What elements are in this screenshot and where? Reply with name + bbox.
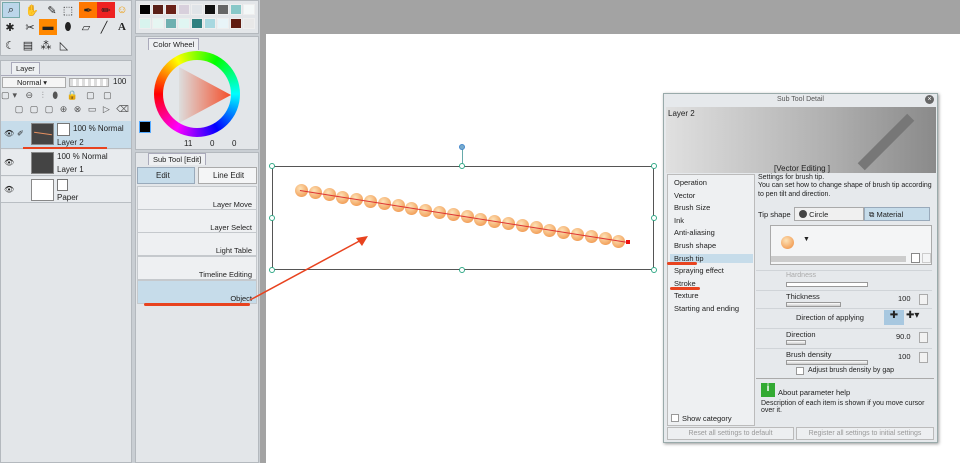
circle-icon xyxy=(799,210,807,218)
red-underline xyxy=(667,262,697,265)
material-icon: ⧉ xyxy=(869,210,875,219)
pen-illustration xyxy=(857,113,915,171)
category-item[interactable]: Anti-aliasing xyxy=(674,228,715,237)
circle-label: Circle xyxy=(809,210,829,219)
show-category-checkbox[interactable] xyxy=(671,414,679,422)
direction-of-applying-row: Direction of applying ✚ ✚▾ xyxy=(756,308,932,326)
thickness-value[interactable]: 100 xyxy=(898,294,911,303)
thickness-slider[interactable] xyxy=(786,302,841,307)
category-item[interactable]: Ink xyxy=(674,216,684,225)
direction-label: Direction xyxy=(786,330,816,339)
close-icon[interactable]: × xyxy=(925,95,934,104)
material-button[interactable]: ⧉ Material xyxy=(864,207,930,221)
dropdown-icon[interactable]: ▼ xyxy=(803,236,810,243)
category-item[interactable]: Starting and ending xyxy=(674,304,739,313)
hardness-row: Hardness xyxy=(756,270,932,288)
add-material-icon[interactable] xyxy=(911,253,920,263)
category-list: Operation Vector Brush Size Ink Anti-aliasin… xyxy=(667,174,755,426)
red-underline xyxy=(670,287,700,290)
preview-layer: Layer 2 xyxy=(668,109,695,118)
hardness-label: Hardness xyxy=(786,272,816,279)
direction-of-applying-label: Direction of applying xyxy=(796,313,864,322)
adjust-density-checkbox[interactable] xyxy=(796,367,804,375)
category-item[interactable]: Vector xyxy=(674,191,695,200)
material-label: Material xyxy=(876,210,904,219)
hardness-slider[interactable] xyxy=(786,282,868,287)
help-title: About parameter help xyxy=(778,388,851,397)
tip-shape-label: Tip shape xyxy=(758,210,791,219)
reset-label: Reset all settings to default xyxy=(688,430,773,437)
material-list[interactable]: ▼ xyxy=(770,225,932,265)
category-item[interactable]: Spraying effect xyxy=(674,266,724,275)
register-label: Register all settings to initial setting… xyxy=(808,430,922,437)
circle-button[interactable]: Circle xyxy=(794,207,864,221)
info-icon: i xyxy=(761,383,775,397)
category-item[interactable]: Texture xyxy=(674,291,699,300)
dialog-title: Sub Tool Detail xyxy=(777,96,824,103)
thickness-label: Thickness xyxy=(786,292,820,301)
help-text: Description of each item is shown if you… xyxy=(761,400,925,414)
direction-row: Direction 90.0 xyxy=(756,328,932,346)
direction-graph-button[interactable] xyxy=(919,332,928,343)
material-thumbnail[interactable] xyxy=(781,236,794,249)
thickness-row: Thickness 100 xyxy=(756,290,932,308)
material-scrollbar[interactable] xyxy=(771,256,906,262)
adjust-density-label: Adjust brush density by gap xyxy=(808,367,894,374)
category-item[interactable]: Operation xyxy=(674,178,707,187)
settings-description: Settings for brush tip. You can set how … xyxy=(758,174,932,198)
delete-material-icon[interactable] xyxy=(922,253,931,263)
category-item[interactable]: Brush shape xyxy=(674,241,716,250)
brush-density-label: Brush density xyxy=(786,350,832,359)
sub-tool-detail-dialog: Sub Tool Detail × Layer 2 [Vector Editin… xyxy=(663,93,938,443)
direction-slider[interactable] xyxy=(786,340,806,345)
thickness-graph-button[interactable] xyxy=(919,294,928,305)
brush-density-value[interactable]: 100 xyxy=(898,352,911,361)
preview-area: Layer 2 [Vector Editing ] xyxy=(666,107,936,173)
brush-density-graph-button[interactable] xyxy=(919,352,928,363)
preview-caption: [Vector Editing ] xyxy=(774,164,831,173)
horizontal-direction-icon[interactable]: ✚ xyxy=(884,310,904,325)
brush-density-row: Brush density 100 xyxy=(756,348,932,366)
show-category-label: Show category xyxy=(682,414,732,423)
vertical-direction-icon[interactable]: ✚▾ xyxy=(906,310,930,325)
reset-button[interactable]: Reset all settings to default xyxy=(667,427,794,440)
category-item[interactable]: Brush Size xyxy=(674,203,710,212)
direction-value[interactable]: 90.0 xyxy=(896,332,911,341)
brush-density-slider[interactable] xyxy=(786,360,868,365)
register-button[interactable]: Register all settings to initial setting… xyxy=(796,427,934,440)
